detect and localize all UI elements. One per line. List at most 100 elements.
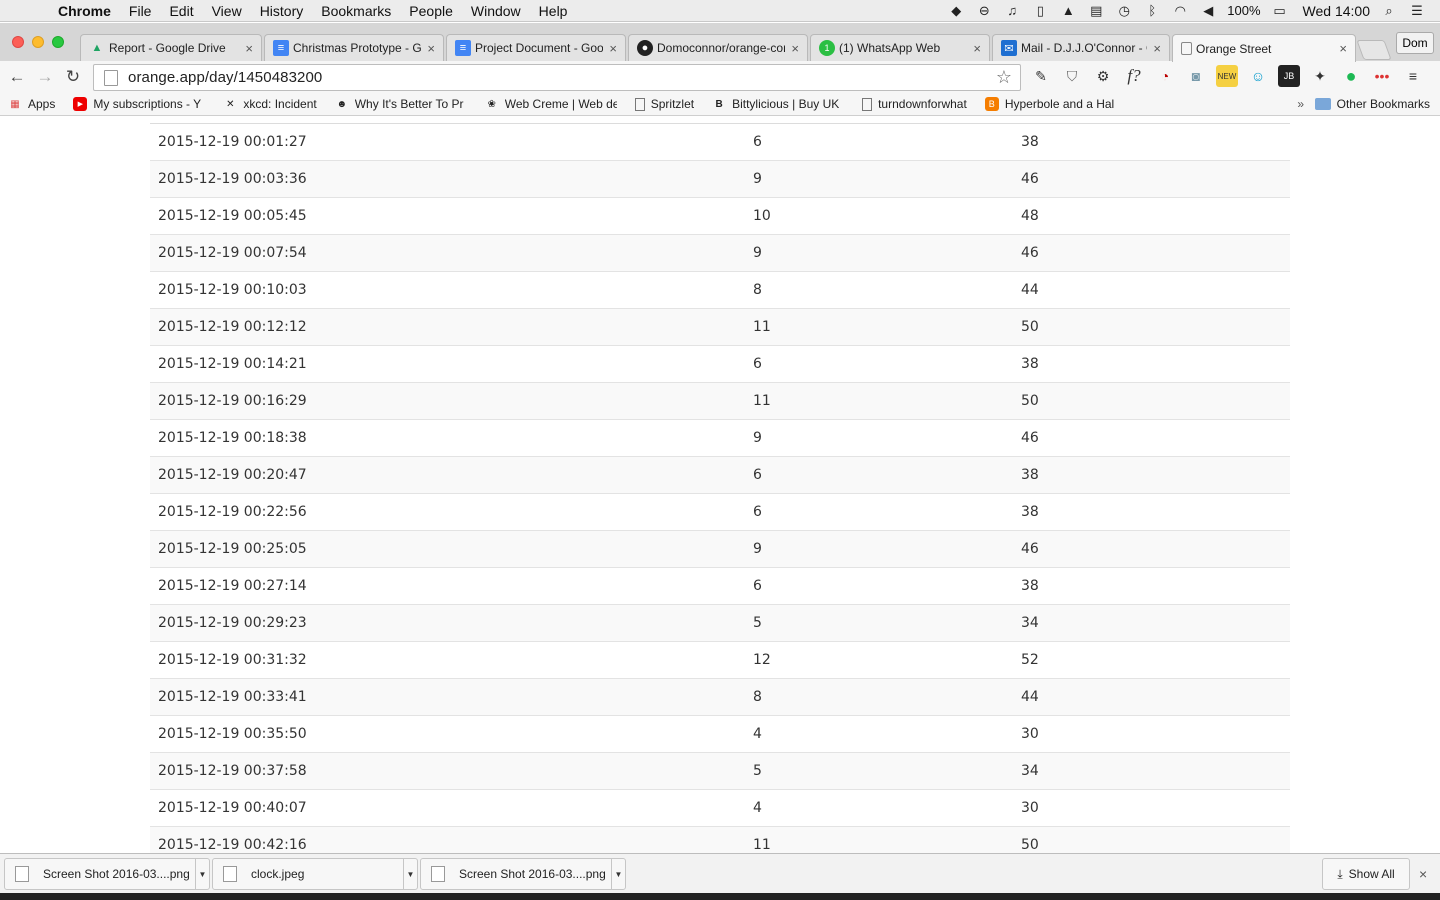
menu-app-name[interactable]: Chrome bbox=[54, 3, 120, 19]
volume-icon[interactable]: ◀ bbox=[1199, 3, 1217, 18]
timestamp-cell: 2015-12-19 00:07:54 bbox=[158, 245, 307, 261]
other-bookmarks-folder[interactable]: Other Bookmarks bbox=[1314, 97, 1430, 111]
whatsapp-icon: 1 bbox=[819, 40, 835, 56]
pocket-extension-icon[interactable]: ⛉ bbox=[1061, 65, 1083, 87]
headphones-icon[interactable]: ♫ bbox=[1003, 3, 1021, 18]
menu-view[interactable]: View bbox=[203, 3, 251, 19]
bookmark-why-better[interactable]: ☻ Why It's Better To Pr bbox=[335, 97, 467, 111]
camera-extension-icon[interactable]: ◙ bbox=[1185, 65, 1207, 87]
download-item[interactable]: Screen Shot 2016-03....png ▼ bbox=[420, 858, 626, 890]
value-cell: 8 bbox=[753, 282, 762, 298]
chrome-menu-icon[interactable]: ≡ bbox=[1402, 65, 1424, 87]
bookmark-label: Spritzlet bbox=[650, 97, 695, 111]
new-tab-button[interactable] bbox=[1356, 40, 1392, 60]
menu-bookmarks[interactable]: Bookmarks bbox=[312, 3, 400, 19]
time-machine-icon[interactable]: ◷ bbox=[1115, 3, 1133, 18]
window-minimize-button[interactable] bbox=[32, 36, 44, 48]
forward-arrow-icon[interactable]: → bbox=[34, 66, 56, 88]
tab-title: Orange Street bbox=[1196, 41, 1272, 56]
value-cell: 4 bbox=[753, 800, 762, 816]
new-badge-extension-icon[interactable]: NEW bbox=[1216, 65, 1238, 87]
download-menu-arrow-icon[interactable]: ▼ bbox=[403, 859, 417, 889]
bookmarks-overflow-chevron[interactable]: » bbox=[1297, 97, 1304, 111]
memory-icon[interactable]: ▤ bbox=[1087, 3, 1105, 18]
battery-percent[interactable]: 100% bbox=[1227, 3, 1260, 18]
tab-whatsapp-web[interactable]: 1 (1) WhatsApp Web × bbox=[810, 34, 990, 61]
dots-extension-icon[interactable]: ••• bbox=[1371, 65, 1393, 87]
bookmark-xkcd[interactable]: ✕ xkcd: Incident bbox=[223, 97, 317, 111]
stamp-extension-icon[interactable]: ⚙ bbox=[1092, 65, 1114, 87]
download-menu-arrow-icon[interactable]: ▼ bbox=[611, 859, 625, 889]
bookmark-youtube-subscriptions[interactable]: ▶ My subscriptions - Y bbox=[73, 97, 205, 111]
download-item[interactable]: Screen Shot 2016-03....png ▼ bbox=[4, 858, 210, 890]
bookmark-turndownforwhat[interactable]: turndownforwhat bbox=[862, 97, 967, 111]
menu-edit[interactable]: Edit bbox=[160, 3, 202, 19]
close-tab-icon[interactable]: × bbox=[973, 41, 981, 56]
close-tab-icon[interactable]: × bbox=[245, 41, 253, 56]
tab-title: (1) WhatsApp Web bbox=[839, 41, 941, 55]
timer-extension-icon[interactable]: ◔ bbox=[1154, 65, 1176, 87]
close-download-shelf-icon[interactable]: × bbox=[1419, 866, 1427, 882]
close-tab-icon[interactable]: × bbox=[1339, 41, 1347, 56]
macos-menu-bar: Chrome File Edit View History Bookmarks … bbox=[0, 0, 1440, 22]
value-cell: 12 bbox=[753, 652, 771, 668]
battery-icon[interactable]: ▭ bbox=[1271, 3, 1289, 18]
notification-center-icon[interactable]: ☰ bbox=[1408, 3, 1426, 18]
close-tab-icon[interactable]: × bbox=[427, 41, 435, 56]
tab-project-document[interactable]: ≡ Project Document - Goo × bbox=[446, 34, 626, 61]
show-all-downloads-button[interactable]: ⤓ Show All bbox=[1322, 858, 1410, 890]
close-tab-icon[interactable]: × bbox=[791, 41, 799, 56]
table-row: 2015-12-19 00:03:36 9 46 bbox=[150, 161, 1290, 198]
timestamp-cell: 2015-12-19 00:37:58 bbox=[158, 763, 307, 779]
window-zoom-button[interactable] bbox=[52, 36, 64, 48]
bookmark-bittylicious[interactable]: B Bittylicious | Buy UK bbox=[712, 97, 844, 111]
tab-mail[interactable]: ✉ Mail - D.J.J.O'Connor - C × bbox=[992, 34, 1170, 61]
eyedropper-extension-icon[interactable]: ✎ bbox=[1030, 65, 1052, 87]
ghostery-extension-icon[interactable]: ☺ bbox=[1247, 65, 1269, 87]
back-arrow-icon[interactable]: ← bbox=[6, 66, 28, 88]
menubar-clock[interactable]: Wed 14:00 bbox=[1299, 3, 1370, 19]
table-row: 2015-12-19 00:25:05 9 46 bbox=[150, 531, 1290, 568]
timestamp-cell: 2015-12-19 00:29:23 bbox=[158, 615, 307, 631]
address-bar[interactable]: orange.app/day/1450483200 ☆ bbox=[93, 64, 1021, 91]
bookmark-star-icon[interactable]: ☆ bbox=[992, 67, 1016, 88]
menu-people[interactable]: People bbox=[400, 3, 462, 19]
wifi-icon[interactable]: ◠ bbox=[1171, 3, 1189, 18]
tab-report-google-drive[interactable]: ▲ Report - Google Drive × bbox=[80, 34, 262, 61]
tab-christmas-prototype[interactable]: ≡ Christmas Prototype - G × bbox=[264, 34, 444, 61]
tab-orange-street[interactable]: Orange Street × bbox=[1172, 34, 1356, 62]
address-url[interactable]: orange.app/day/1450483200 bbox=[128, 69, 992, 86]
page-info-icon[interactable] bbox=[104, 69, 118, 86]
jetbrains-extension-icon[interactable]: JB bbox=[1278, 65, 1300, 87]
reload-icon[interactable]: ↻ bbox=[62, 66, 84, 88]
clipboard-icon[interactable]: ▯ bbox=[1031, 3, 1049, 18]
google-drive-status-icon[interactable]: ▲ bbox=[1059, 3, 1077, 18]
close-tab-icon[interactable]: × bbox=[609, 41, 617, 56]
bookmark-web-creme[interactable]: ❀ Web Creme | Web de bbox=[485, 97, 617, 111]
value-cell: 6 bbox=[753, 578, 762, 594]
tab-github-orange[interactable]: ● Domoconnor/orange-cor × bbox=[628, 34, 808, 61]
do-not-disturb-icon[interactable]: ⊖ bbox=[975, 3, 993, 18]
menu-window[interactable]: Window bbox=[462, 3, 530, 19]
bookmark-hyperbole[interactable]: B Hyperbole and a Hal bbox=[984, 97, 1119, 111]
spotlight-search-icon[interactable]: ⌕ bbox=[1380, 3, 1398, 18]
menu-history[interactable]: History bbox=[251, 3, 313, 19]
value-cell: 11 bbox=[753, 319, 771, 335]
menu-help[interactable]: Help bbox=[530, 3, 577, 19]
download-item[interactable]: clock.jpeg ▼ bbox=[212, 858, 418, 890]
table-row: 2015-12-19 00:16:29 11 50 bbox=[150, 383, 1290, 420]
google-docs-icon: ≡ bbox=[273, 40, 289, 56]
value-cell: 9 bbox=[753, 171, 762, 187]
window-close-button[interactable] bbox=[12, 36, 24, 48]
close-tab-icon[interactable]: × bbox=[1153, 41, 1161, 56]
dropbox-icon[interactable]: ◆ bbox=[947, 3, 965, 18]
bookmark-apps[interactable]: ▦ Apps bbox=[8, 97, 55, 111]
font-extension-icon[interactable]: f? bbox=[1123, 65, 1145, 87]
download-menu-arrow-icon[interactable]: ▼ bbox=[195, 859, 209, 889]
bookmark-spritzlet[interactable]: Spritzlet bbox=[634, 97, 695, 111]
green-circle-extension-icon[interactable]: ● bbox=[1340, 65, 1362, 87]
bluetooth-icon[interactable]: ᛒ bbox=[1143, 3, 1161, 18]
profile-button[interactable]: Dom bbox=[1396, 32, 1434, 54]
menu-file[interactable]: File bbox=[120, 3, 161, 19]
bird-extension-icon[interactable]: ✦ bbox=[1309, 65, 1331, 87]
